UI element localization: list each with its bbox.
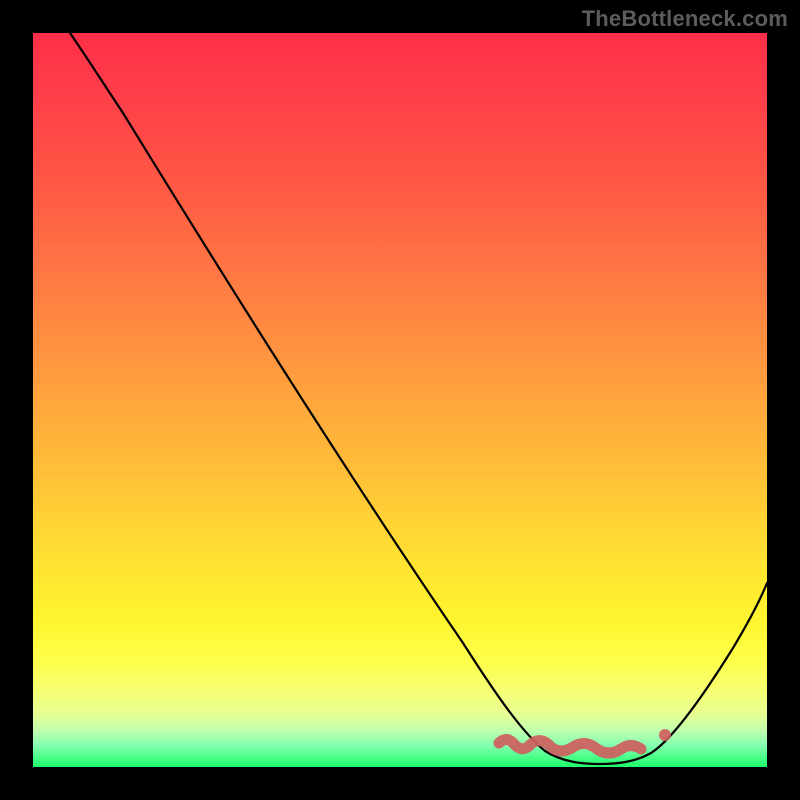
chart-frame: TheBottleneck.com bbox=[0, 0, 800, 800]
optimal-region-marker bbox=[499, 739, 641, 753]
plot-area bbox=[33, 33, 767, 767]
optimal-end-dot bbox=[659, 729, 671, 741]
bottleneck-curve bbox=[70, 33, 767, 764]
watermark-text: TheBottleneck.com bbox=[582, 6, 788, 32]
curve-layer bbox=[33, 33, 767, 767]
